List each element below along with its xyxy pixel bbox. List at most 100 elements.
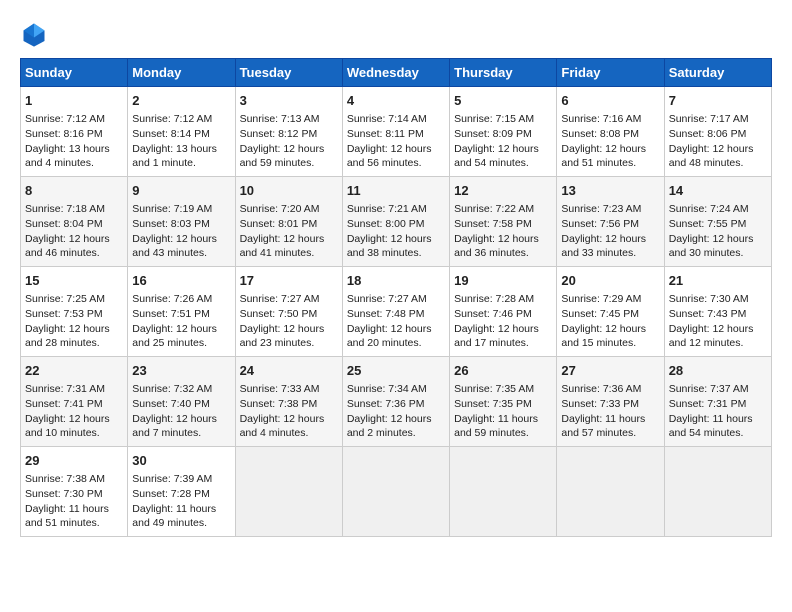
header bbox=[20, 20, 772, 48]
day-number: 13 bbox=[561, 182, 659, 200]
cell-line: Daylight: 12 hours bbox=[347, 143, 432, 155]
calendar-cell: 15Sunrise: 7:25 AMSunset: 7:53 PMDayligh… bbox=[21, 267, 128, 357]
cell-line: and 51 minutes. bbox=[25, 517, 100, 529]
day-number: 21 bbox=[669, 272, 767, 290]
cell-line: Sunrise: 7:35 AM bbox=[454, 383, 534, 395]
day-number: 28 bbox=[669, 362, 767, 380]
cell-line: Daylight: 12 hours bbox=[669, 323, 754, 335]
calendar-header-monday: Monday bbox=[128, 59, 235, 87]
calendar-cell: 20Sunrise: 7:29 AMSunset: 7:45 PMDayligh… bbox=[557, 267, 664, 357]
calendar-cell bbox=[664, 447, 771, 537]
day-number: 30 bbox=[132, 452, 230, 470]
cell-line: and 43 minutes. bbox=[132, 247, 207, 259]
calendar-table: SundayMondayTuesdayWednesdayThursdayFrid… bbox=[20, 58, 772, 537]
calendar-cell bbox=[450, 447, 557, 537]
cell-line: and 51 minutes. bbox=[561, 157, 636, 169]
cell-line: Sunset: 7:58 PM bbox=[454, 218, 532, 230]
cell-line: Sunrise: 7:27 AM bbox=[240, 293, 320, 305]
calendar-cell: 30Sunrise: 7:39 AMSunset: 7:28 PMDayligh… bbox=[128, 447, 235, 537]
cell-line: Sunset: 7:33 PM bbox=[561, 398, 639, 410]
cell-line: and 20 minutes. bbox=[347, 337, 422, 349]
cell-line: Sunrise: 7:14 AM bbox=[347, 113, 427, 125]
cell-line: Daylight: 12 hours bbox=[132, 413, 217, 425]
calendar-cell: 21Sunrise: 7:30 AMSunset: 7:43 PMDayligh… bbox=[664, 267, 771, 357]
calendar-week-1: 1 Sunrise: 7:12 AM Sunset: 8:16 PM Daylight… bbox=[21, 87, 772, 177]
calendar-week-2: 8Sunrise: 7:18 AMSunset: 8:04 PMDaylight… bbox=[21, 177, 772, 267]
cell-line: Daylight: 12 hours bbox=[347, 233, 432, 245]
cell-line: and 28 minutes. bbox=[25, 337, 100, 349]
calendar-cell: 13Sunrise: 7:23 AMSunset: 7:56 PMDayligh… bbox=[557, 177, 664, 267]
day-number: 10 bbox=[240, 182, 338, 200]
calendar-cell: 25Sunrise: 7:34 AMSunset: 7:36 PMDayligh… bbox=[342, 357, 449, 447]
cell-line: Daylight: 12 hours bbox=[240, 233, 325, 245]
cell-line: Sunrise: 7:28 AM bbox=[454, 293, 534, 305]
cell-line: Sunset: 7:48 PM bbox=[347, 308, 425, 320]
calendar-cell: 26Sunrise: 7:35 AMSunset: 7:35 PMDayligh… bbox=[450, 357, 557, 447]
day-number: 22 bbox=[25, 362, 123, 380]
calendar-cell: 12Sunrise: 7:22 AMSunset: 7:58 PMDayligh… bbox=[450, 177, 557, 267]
calendar-week-4: 22Sunrise: 7:31 AMSunset: 7:41 PMDayligh… bbox=[21, 357, 772, 447]
cell-line: Sunrise: 7:22 AM bbox=[454, 203, 534, 215]
cell-line: Daylight: 12 hours bbox=[25, 413, 110, 425]
cell-line: Sunset: 7:28 PM bbox=[132, 488, 210, 500]
calendar-cell: 23Sunrise: 7:32 AMSunset: 7:40 PMDayligh… bbox=[128, 357, 235, 447]
cell-line: Sunrise: 7:30 AM bbox=[669, 293, 749, 305]
day-number: 12 bbox=[454, 182, 552, 200]
calendar-header-wednesday: Wednesday bbox=[342, 59, 449, 87]
calendar-cell bbox=[235, 447, 342, 537]
day-number: 18 bbox=[347, 272, 445, 290]
calendar-cell: 19Sunrise: 7:28 AMSunset: 7:46 PMDayligh… bbox=[450, 267, 557, 357]
cell-line: Daylight: 11 hours bbox=[561, 413, 645, 425]
cell-line: Sunrise: 7:18 AM bbox=[25, 203, 105, 215]
day-number: 4 bbox=[347, 92, 445, 110]
day-number: 14 bbox=[669, 182, 767, 200]
cell-line: Sunrise: 7:36 AM bbox=[561, 383, 641, 395]
cell-line: and 17 minutes. bbox=[454, 337, 529, 349]
cell-line: Sunset: 8:09 PM bbox=[454, 128, 532, 140]
cell-line: Sunrise: 7:19 AM bbox=[132, 203, 212, 215]
cell-line: and 30 minutes. bbox=[669, 247, 744, 259]
cell-line: and 59 minutes. bbox=[454, 427, 529, 439]
cell-line: Sunrise: 7:37 AM bbox=[669, 383, 749, 395]
cell-line: Sunset: 8:16 PM bbox=[25, 128, 103, 140]
cell-line: and 38 minutes. bbox=[347, 247, 422, 259]
cell-line: and 7 minutes. bbox=[132, 427, 201, 439]
cell-line: and 49 minutes. bbox=[132, 517, 207, 529]
calendar-cell: 10Sunrise: 7:20 AMSunset: 8:01 PMDayligh… bbox=[235, 177, 342, 267]
day-number: 23 bbox=[132, 362, 230, 380]
day-number: 3 bbox=[240, 92, 338, 110]
cell-line: Sunrise: 7:15 AM bbox=[454, 113, 534, 125]
calendar-cell: 1Sunrise: 7:12 AMSunset: 8:16 PMDaylight… bbox=[21, 87, 128, 177]
calendar-cell: 2Sunrise: 7:12 AMSunset: 8:14 PMDaylight… bbox=[128, 87, 235, 177]
cell-line: Sunrise: 7:12 AM bbox=[132, 113, 212, 125]
day-number: 9 bbox=[132, 182, 230, 200]
cell-line: Sunset: 8:03 PM bbox=[132, 218, 210, 230]
calendar-cell: 8Sunrise: 7:18 AMSunset: 8:04 PMDaylight… bbox=[21, 177, 128, 267]
day-number: 25 bbox=[347, 362, 445, 380]
cell-line: and 59 minutes. bbox=[240, 157, 315, 169]
calendar-cell: 16Sunrise: 7:26 AMSunset: 7:51 PMDayligh… bbox=[128, 267, 235, 357]
day-number: 29 bbox=[25, 452, 123, 470]
cell-line: Sunrise: 7:26 AM bbox=[132, 293, 212, 305]
cell-line: Sunset: 7:31 PM bbox=[669, 398, 747, 410]
logo-icon bbox=[20, 20, 48, 48]
cell-line: Sunset: 7:51 PM bbox=[132, 308, 210, 320]
day-number: 26 bbox=[454, 362, 552, 380]
cell-line: and 56 minutes. bbox=[347, 157, 422, 169]
calendar-cell: 14Sunrise: 7:24 AMSunset: 7:55 PMDayligh… bbox=[664, 177, 771, 267]
cell-line: and 25 minutes. bbox=[132, 337, 207, 349]
calendar-header-saturday: Saturday bbox=[664, 59, 771, 87]
cell-line: Sunset: 7:46 PM bbox=[454, 308, 532, 320]
cell-line: Sunset: 7:45 PM bbox=[561, 308, 639, 320]
day-number: 16 bbox=[132, 272, 230, 290]
cell-line: and 4 minutes. bbox=[240, 427, 309, 439]
cell-line: Sunrise: 7:25 AM bbox=[25, 293, 105, 305]
cell-line: Daylight: 12 hours bbox=[25, 323, 110, 335]
cell-line: Sunrise: 7:33 AM bbox=[240, 383, 320, 395]
cell-line: Sunset: 7:53 PM bbox=[25, 308, 103, 320]
cell-line: and 33 minutes. bbox=[561, 247, 636, 259]
cell-line: Sunset: 7:30 PM bbox=[25, 488, 103, 500]
cell-line: Daylight: 12 hours bbox=[132, 233, 217, 245]
day-number: 1 bbox=[25, 92, 123, 110]
day-number: 11 bbox=[347, 182, 445, 200]
